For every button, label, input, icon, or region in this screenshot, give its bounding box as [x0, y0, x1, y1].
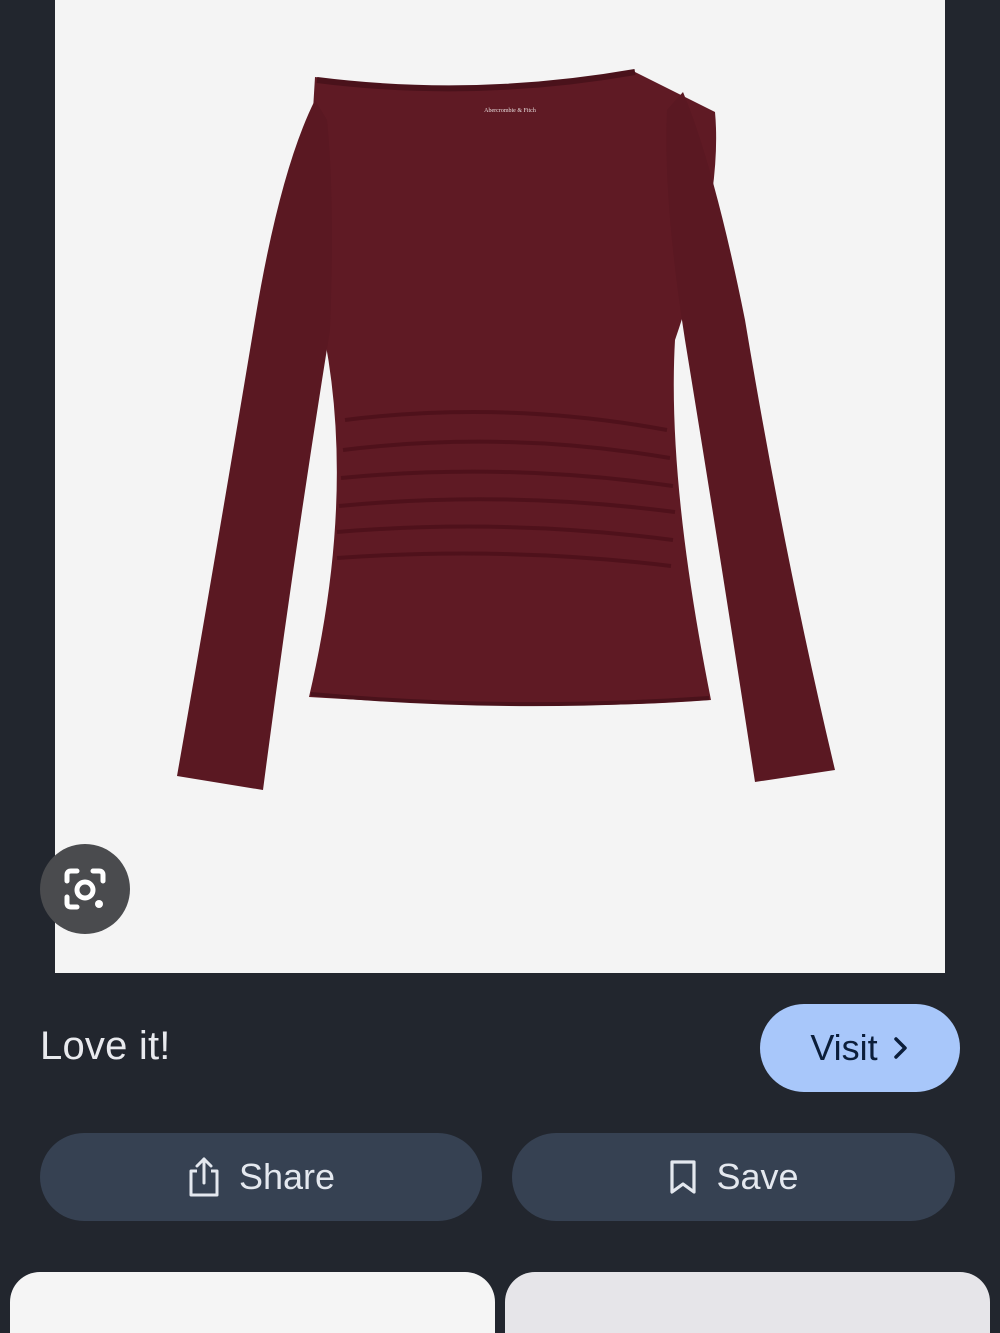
visit-button[interactable]: Visit: [760, 1004, 960, 1092]
lens-search-button[interactable]: [40, 844, 130, 934]
share-label: Share: [238, 1156, 336, 1197]
brand-label: Abercrombie & Fitch: [484, 108, 536, 114]
share-icon: [189, 1157, 219, 1197]
share-button[interactable]: Share: [40, 1133, 482, 1221]
pin-caption: Love it!: [40, 1024, 171, 1068]
chevron-right-icon: [893, 1037, 907, 1059]
product-image[interactable]: Abercrombie & Fitch: [55, 0, 945, 973]
google-lens-icon: [64, 868, 106, 910]
save-label: Save: [716, 1156, 799, 1197]
shirt-illustration: Abercrombie & Fitch: [177, 69, 835, 790]
save-button[interactable]: Save: [512, 1133, 955, 1221]
bookmark-icon: [670, 1160, 697, 1194]
related-pin-card[interactable]: [10, 1272, 495, 1333]
pin-detail-screen: Abercrombie & Fitch Love it! Visit Share…: [0, 0, 1000, 1333]
visit-label: Visit: [810, 1027, 878, 1068]
related-pin-card[interactable]: [505, 1272, 990, 1333]
